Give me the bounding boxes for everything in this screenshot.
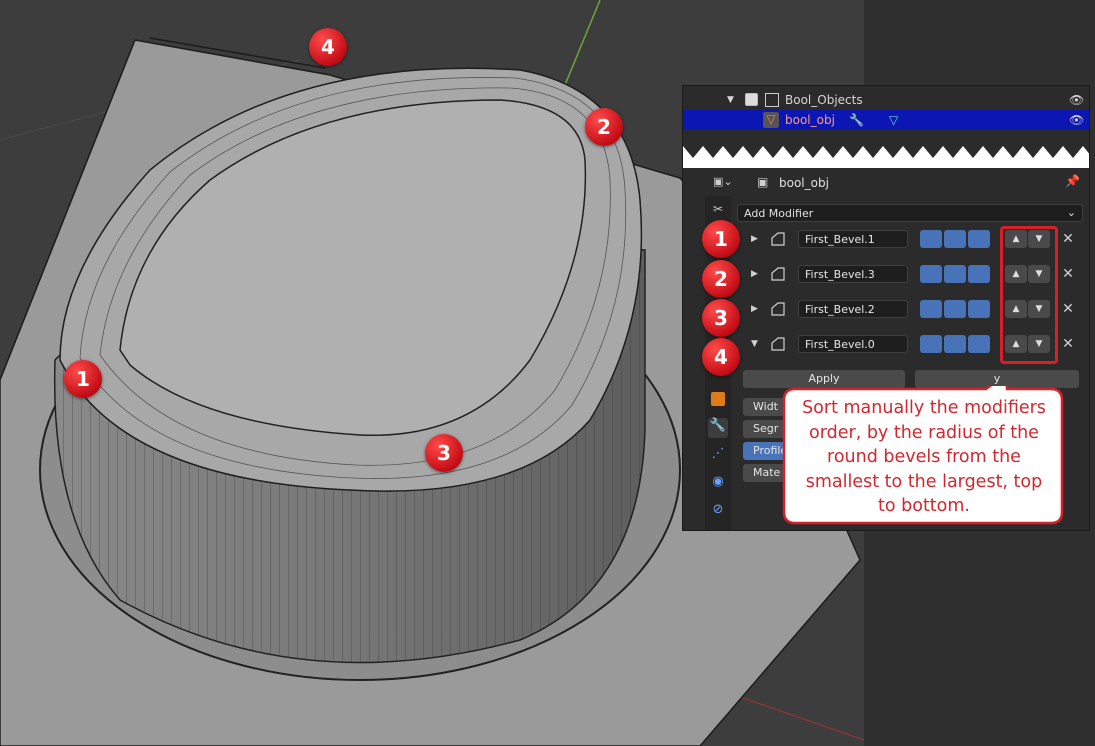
move-buttons-highlight	[1000, 226, 1058, 364]
add-modifier-label: Add Modifier	[744, 207, 814, 220]
close-icon[interactable]: ✕	[1061, 230, 1075, 248]
close-icon[interactable]: ✕	[1061, 335, 1075, 353]
close-icon[interactable]: ✕	[1061, 265, 1075, 283]
tab-modifier-wrench-icon[interactable]: 🔧	[708, 418, 728, 438]
panel-badge-3: 3	[702, 299, 740, 337]
bevel-modifier-icon	[771, 302, 785, 316]
collection-label: Bool_Objects	[785, 93, 863, 107]
eye-icon[interactable]: 👁	[1069, 93, 1084, 107]
camera-render-icon[interactable]	[920, 265, 942, 283]
add-modifier-dropdown[interactable]: Add Modifier ⌄	[737, 204, 1083, 222]
eye-icon[interactable]: 👁	[1069, 113, 1084, 127]
monitor-viewport-icon[interactable]	[944, 265, 966, 283]
panel-cut-separator	[683, 136, 1089, 168]
panel-badge-1: 1	[702, 220, 740, 258]
collapse-arrow-icon[interactable]: ▼	[751, 339, 758, 349]
mesh-data-icon: ▽	[889, 113, 899, 127]
viewport-badge-3: 3	[425, 434, 463, 472]
bevel-modifier-icon	[771, 267, 785, 281]
editmode-icon[interactable]	[968, 300, 990, 318]
outliner-row-collection[interactable]: ▼ Bool_Objects 👁	[683, 90, 1089, 110]
monitor-viewport-icon[interactable]	[944, 230, 966, 248]
tab-physics-icon[interactable]: ◉	[708, 474, 728, 494]
viewport-badge-2: 2	[585, 108, 623, 146]
expand-arrow-icon[interactable]: ▶	[751, 269, 758, 279]
bevel-modifier-icon	[771, 337, 785, 351]
bevel-modifier-icon	[771, 232, 785, 246]
tab-tool-icon[interactable]: ✂	[708, 202, 728, 222]
monitor-viewport-icon[interactable]	[944, 300, 966, 318]
panel-badge-2: 2	[702, 260, 740, 298]
expand-arrow-icon[interactable]: ▶	[751, 234, 758, 244]
pin-icon[interactable]: 📌	[1065, 174, 1080, 188]
object-label: bool_obj	[785, 113, 835, 127]
editmode-icon[interactable]	[968, 335, 990, 353]
mesh-object-icon: ▽	[763, 112, 779, 128]
tab-constraints-icon[interactable]: ⊘	[708, 502, 728, 522]
callout-text: Sort manually the modifiers order, by th…	[802, 398, 1046, 516]
panel-badge-4: 4	[702, 338, 740, 376]
viewport-badge-1: 1	[64, 360, 102, 398]
camera-render-icon[interactable]	[920, 230, 942, 248]
camera-render-icon[interactable]	[920, 335, 942, 353]
modifier-name-field[interactable]: First_Bevel.2	[798, 300, 908, 318]
object-type-icon: ▣	[757, 175, 769, 189]
expand-arrow-icon[interactable]: ▼	[727, 95, 734, 105]
tab-particles-icon[interactable]: ⋰	[708, 446, 728, 466]
editor-type-icon[interactable]: ▣⌄	[713, 175, 733, 188]
properties-object-name: bool_obj	[779, 176, 829, 190]
modifier-name-field[interactable]: First_Bevel.3	[798, 265, 908, 283]
outliner-row-object[interactable]: ▽ bool_obj 🔧 ▽ 👁	[683, 110, 1089, 130]
tab-object-icon[interactable]	[711, 392, 725, 406]
camera-render-icon[interactable]	[920, 300, 942, 318]
editmode-icon[interactable]	[968, 265, 990, 283]
chevron-down-icon: ⌄	[1066, 206, 1076, 219]
expand-arrow-icon[interactable]: ▶	[751, 304, 758, 314]
editmode-icon[interactable]	[968, 230, 990, 248]
wrench-icon: 🔧	[849, 113, 864, 127]
checkbox-icon[interactable]	[745, 93, 758, 106]
modifier-name-field[interactable]: First_Bevel.0	[798, 335, 908, 353]
collection-icon	[765, 93, 779, 107]
monitor-viewport-icon[interactable]	[944, 335, 966, 353]
modifier-name-field[interactable]: First_Bevel.1	[798, 230, 908, 248]
viewport-badge-4: 4	[309, 28, 347, 66]
close-icon[interactable]: ✕	[1061, 300, 1075, 318]
properties-header: ▣⌄ ▣ bool_obj 📌	[705, 170, 1089, 196]
